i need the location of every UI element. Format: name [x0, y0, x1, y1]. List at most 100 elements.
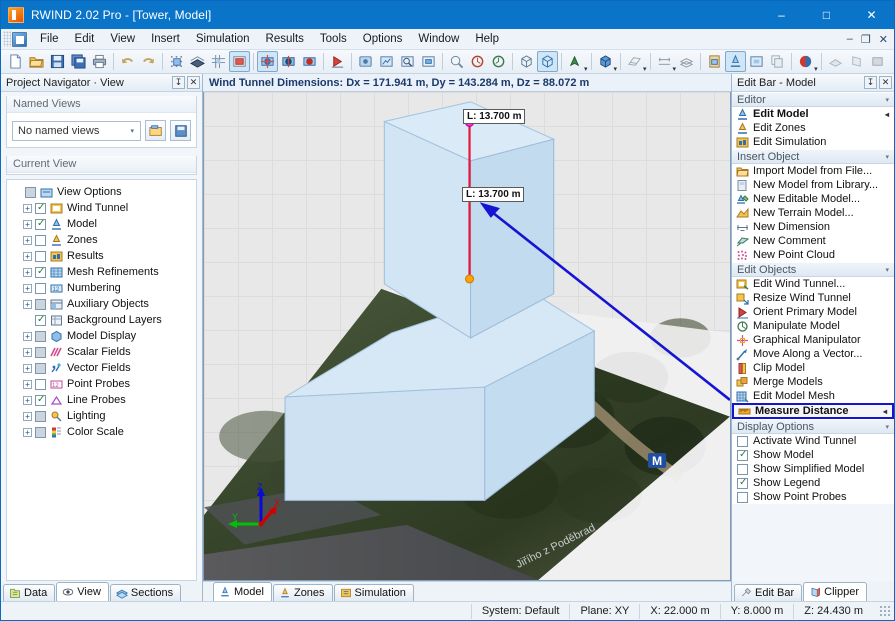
- tree-item-point-probes[interactable]: +12Point Probes: [7, 376, 196, 392]
- expand-plus-icon[interactable]: +: [23, 380, 32, 389]
- expand-plus-icon[interactable]: +: [23, 220, 32, 229]
- maximize-button[interactable]: □: [804, 1, 849, 29]
- perspective-view-icon[interactable]: [537, 51, 558, 72]
- tree-item-results[interactable]: +Results: [7, 248, 196, 264]
- tree-checkbox[interactable]: [35, 235, 46, 246]
- section-header-editor[interactable]: Editor▾: [732, 92, 894, 107]
- display-option-checkbox[interactable]: [737, 478, 748, 489]
- new-file-icon[interactable]: [5, 51, 26, 72]
- tree-checkbox[interactable]: [35, 267, 46, 278]
- minimize-button[interactable]: –: [759, 1, 804, 29]
- chevron-down-icon[interactable]: ▾: [885, 423, 889, 431]
- menu-tools[interactable]: Tools: [312, 31, 355, 47]
- tree-item-auxiliary-objects[interactable]: +Auxiliary Objects: [7, 296, 196, 312]
- tree-checkbox[interactable]: [35, 347, 46, 358]
- display-option-checkbox[interactable]: [737, 436, 748, 447]
- tab-model[interactable]: Model: [213, 582, 272, 601]
- edit-bar-item-new-point-cloud[interactable]: New Point Cloud: [732, 248, 894, 262]
- edit-bar-item-new-terrain-model[interactable]: New Terrain Model...: [732, 206, 894, 220]
- menu-view[interactable]: View: [102, 31, 143, 47]
- tree-item-wind-tunnel[interactable]: +Wind Tunnel: [7, 200, 196, 216]
- menu-simulation[interactable]: Simulation: [188, 31, 258, 47]
- tree-checkbox[interactable]: [35, 379, 46, 390]
- wind-tunnel-blue-icon[interactable]: [257, 51, 278, 72]
- tree-checkbox[interactable]: [35, 251, 46, 262]
- expand-plus-icon[interactable]: +: [23, 300, 32, 309]
- expand-plus-icon[interactable]: +: [23, 364, 32, 373]
- iso-view-icon[interactable]: [516, 51, 537, 72]
- tab-clipper[interactable]: Clipper: [803, 582, 867, 601]
- save-disk-icon[interactable]: [47, 51, 68, 72]
- surface-b-icon[interactable]: [846, 51, 867, 72]
- edit-bar-item-new-dimension[interactable]: New Dimension: [732, 220, 894, 234]
- expand-plus-icon[interactable]: +: [23, 332, 32, 341]
- tab-edit-bar[interactable]: Edit Bar: [734, 584, 802, 601]
- menu-results[interactable]: Results: [258, 31, 312, 47]
- close-panel-icon[interactable]: ✕: [879, 76, 892, 89]
- tab-zones[interactable]: Zones: [273, 584, 333, 601]
- menu-options[interactable]: Options: [355, 31, 411, 47]
- display-option-checkbox[interactable]: [737, 464, 748, 475]
- display-option-checkbox[interactable]: [737, 492, 748, 503]
- tree-item-color-scale[interactable]: +Color Scale: [7, 424, 196, 440]
- save-all-icon[interactable]: [68, 51, 89, 72]
- menu-insert[interactable]: Insert: [143, 31, 188, 47]
- edit-bar-item-edit-wind-tunnel[interactable]: Edit Wind Tunnel...: [732, 277, 894, 291]
- display-option-activate-wind-tunnel[interactable]: Activate Wind Tunnel: [732, 434, 894, 448]
- expand-plus-icon[interactable]: +: [23, 252, 32, 261]
- box-select-icon[interactable]: [746, 51, 767, 72]
- tab-sections[interactable]: Sections: [110, 584, 181, 601]
- rotate-cw-icon[interactable]: [488, 51, 509, 72]
- 3d-viewport[interactable]: Jiřího z Poděbrad M: [203, 92, 731, 581]
- edit-bar-item-edit-zones[interactable]: Edit Zones: [732, 121, 894, 135]
- section-header-display-options[interactable]: Display Options▾: [732, 419, 894, 434]
- dimension-icon[interactable]: [654, 51, 675, 72]
- layers-icon[interactable]: [676, 51, 697, 72]
- expand-plus-icon[interactable]: +: [23, 396, 32, 405]
- tree-item-view-options[interactable]: View Options: [7, 184, 196, 200]
- tree-item-model[interactable]: +Model: [7, 216, 196, 232]
- colored-sphere-icon[interactable]: [795, 51, 816, 72]
- edit-bar-item-edit-model-mesh[interactable]: Edit Model Mesh: [732, 389, 894, 403]
- expand-plus-icon[interactable]: +: [23, 412, 32, 421]
- menu-app-icon[interactable]: [12, 32, 27, 47]
- tree-item-numbering[interactable]: +12Numbering: [7, 280, 196, 296]
- redo-arrow-icon[interactable]: [138, 51, 159, 72]
- close-panel-icon[interactable]: ✕: [187, 76, 200, 89]
- tree-item-vector-fields[interactable]: +Vector Fields: [7, 360, 196, 376]
- mdi-restore-button[interactable]: ❐: [859, 33, 873, 46]
- copy-icon[interactable]: [767, 51, 788, 72]
- tree-item-scalar-fields[interactable]: +Scalar Fields: [7, 344, 196, 360]
- pin-icon[interactable]: ↧: [172, 76, 185, 89]
- tree-checkbox[interactable]: [35, 315, 46, 326]
- chevron-down-icon[interactable]: ▾: [885, 266, 889, 274]
- tree-checkbox[interactable]: [35, 427, 46, 438]
- mesh-surface-icon[interactable]: [187, 51, 208, 72]
- mdi-close-button[interactable]: ✕: [877, 33, 890, 46]
- surface-d-icon[interactable]: [888, 51, 894, 72]
- mesh-points-icon[interactable]: [166, 51, 187, 72]
- edit-bar-item-merge-models[interactable]: Merge Models: [732, 375, 894, 389]
- close-button[interactable]: ✕: [849, 1, 894, 29]
- edit-bar-item-edit-model[interactable]: Edit Model◂: [732, 107, 894, 121]
- expand-plus-icon[interactable]: +: [23, 348, 32, 357]
- menu-drag-grip[interactable]: [3, 31, 11, 47]
- pan-hand-icon[interactable]: [355, 51, 376, 72]
- zoom-in-icon[interactable]: [446, 51, 467, 72]
- display-option-checkbox[interactable]: [737, 450, 748, 461]
- resize-grip[interactable]: [879, 605, 891, 617]
- surface-a-icon[interactable]: [825, 51, 846, 72]
- display-option-show-legend[interactable]: Show Legend: [732, 476, 894, 490]
- tree-item-background-layers[interactable]: Background Layers: [7, 312, 196, 328]
- submenu-arrow-icon[interactable]: ◂: [885, 110, 889, 119]
- zoom-fit-icon[interactable]: [418, 51, 439, 72]
- tree-checkbox[interactable]: [35, 299, 46, 310]
- edit-bar-item-orient-primary-model[interactable]: Orient Primary Model: [732, 305, 894, 319]
- zoom-region-icon[interactable]: [397, 51, 418, 72]
- wind-tunnel-red-icon[interactable]: [299, 51, 320, 72]
- print-icon[interactable]: [89, 51, 110, 72]
- tree-item-model-display[interactable]: +Model Display: [7, 328, 196, 344]
- chevron-down-icon[interactable]: ▾: [885, 153, 889, 161]
- tree-item-mesh-refinements[interactable]: +Mesh Refinements: [7, 264, 196, 280]
- edit-bar-item-manipulate-model[interactable]: Manipulate Model: [732, 319, 894, 333]
